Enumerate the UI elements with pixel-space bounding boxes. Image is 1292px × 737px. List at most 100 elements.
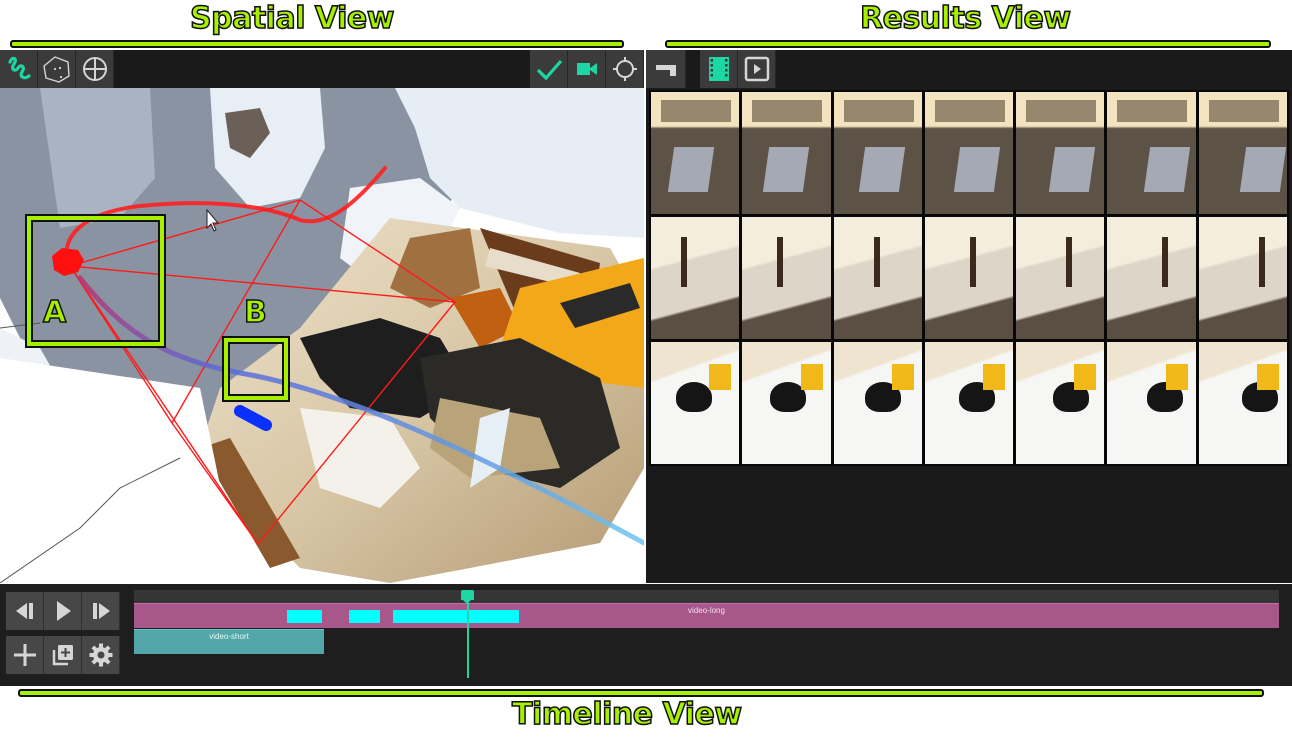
- result-thumbnail[interactable]: [833, 217, 922, 339]
- thumbnail-detail: [843, 100, 914, 122]
- video-camera-icon: [576, 63, 597, 75]
- result-thumbnail[interactable]: [1107, 92, 1196, 214]
- timeline-controls: [6, 592, 120, 674]
- polygon-icon: [42, 56, 70, 83]
- spatial-toolbar-left: [0, 50, 114, 88]
- check-icon: [536, 59, 562, 81]
- confirm-button[interactable]: [530, 50, 568, 88]
- draw-path-tool[interactable]: [0, 50, 38, 88]
- result-thumbnail[interactable]: [833, 342, 922, 464]
- spatial-3d-viewport[interactable]: A B: [0, 88, 644, 583]
- filmstrip-view-button[interactable]: [700, 50, 738, 88]
- step-back-button[interactable]: [6, 592, 44, 630]
- caption-underline-spatial: [10, 40, 624, 48]
- play-view-button[interactable]: [738, 50, 776, 88]
- step-forward-button[interactable]: [82, 592, 120, 630]
- thumbnail-content: [667, 147, 715, 192]
- add-layer-icon: [52, 645, 73, 666]
- collapse-button[interactable]: [646, 50, 686, 88]
- result-segment[interactable]: [349, 610, 381, 623]
- app-root: Spatial View Results View Timeline View: [0, 0, 1292, 737]
- thumbnail-detail: [661, 100, 731, 122]
- result-thumbnail[interactable]: [1016, 92, 1105, 214]
- target-button[interactable]: [606, 50, 644, 88]
- result-thumbnail[interactable]: [651, 217, 740, 339]
- track-label-video-long: video-long: [688, 606, 725, 615]
- result-thumbnail[interactable]: [924, 217, 1014, 339]
- add-layer-button[interactable]: [44, 636, 82, 674]
- polygon-select-tool[interactable]: [38, 50, 76, 88]
- thumbnail-content: [1066, 237, 1073, 287]
- thumbnail-detail: [1117, 100, 1188, 122]
- thumbnail-content: [1048, 147, 1096, 192]
- playhead[interactable]: [461, 590, 475, 678]
- camera-button[interactable]: [568, 50, 606, 88]
- marker-box-b: [222, 336, 290, 402]
- timeline-ruler[interactable]: [134, 590, 1279, 603]
- thumbnail-detail: [709, 364, 732, 390]
- result-thumbnail[interactable]: [1198, 342, 1287, 464]
- thumbnail-content: [681, 237, 687, 287]
- result-thumbnail[interactable]: [742, 217, 831, 339]
- squiggle-icon: [7, 56, 31, 80]
- result-thumbnail[interactable]: [1016, 217, 1105, 339]
- result-thumbnail[interactable]: [1107, 342, 1196, 464]
- spatial-toolbar-right: [530, 50, 644, 88]
- caption-underline-timeline: [18, 689, 1264, 697]
- thumbnail-content: [777, 237, 784, 287]
- result-thumbnail[interactable]: [742, 342, 831, 464]
- settings-button[interactable]: [82, 636, 120, 674]
- playhead-handle[interactable]: [461, 590, 475, 604]
- thumbnail-detail: [1165, 364, 1188, 390]
- thumbnail-detail: [934, 100, 1005, 122]
- result-thumbnail[interactable]: [924, 342, 1014, 464]
- thumbnail-content: [969, 237, 976, 287]
- track-label-video-short: video-short: [209, 632, 249, 641]
- caption-timeline-view: Timeline View: [511, 697, 743, 732]
- result-thumbnail[interactable]: [1016, 342, 1105, 464]
- step-forward-icon: [92, 603, 110, 619]
- thumbnail-detail: [1256, 364, 1279, 390]
- marker-label-b: B: [243, 295, 267, 330]
- thumbnail-detail: [752, 100, 823, 122]
- results-view-panel: [646, 50, 1292, 583]
- caption-results-view: Results View: [859, 1, 1072, 36]
- track-video-long[interactable]: video-long: [134, 603, 1279, 628]
- gear-icon: [89, 643, 112, 667]
- result-thumbnail[interactable]: [833, 92, 922, 214]
- thumbnail-content: [953, 147, 1001, 192]
- results-toolbar: [646, 50, 776, 88]
- caption-spatial-view: Spatial View: [189, 1, 395, 36]
- thumbnail-content: [763, 147, 810, 192]
- timeline-view-panel: video-long video-short: [0, 584, 1292, 686]
- result-thumbnail[interactable]: [1198, 217, 1287, 339]
- thumbnail-detail: [891, 364, 914, 390]
- thumbnail-content: [873, 237, 880, 287]
- thumbnail-content: [1162, 237, 1169, 287]
- track-video-short[interactable]: video-short: [134, 629, 325, 654]
- caption-underline-results: [665, 40, 1271, 48]
- play-icon: [56, 601, 71, 621]
- add-button[interactable]: [6, 636, 44, 674]
- target-icon: [612, 57, 637, 81]
- thumbnail-detail: [1026, 100, 1097, 122]
- result-thumbnail[interactable]: [1107, 217, 1196, 339]
- result-segment[interactable]: [392, 610, 519, 623]
- result-segment[interactable]: [287, 610, 322, 623]
- thumbnail-content: [1144, 147, 1191, 192]
- timeline-track-area[interactable]: video-long video-short: [134, 590, 1279, 678]
- corner-icon: [655, 65, 676, 76]
- thumbnail-content: [858, 147, 905, 192]
- thumbnail-detail: [800, 364, 823, 390]
- play-button[interactable]: [44, 592, 82, 630]
- thumbnail-content: [1239, 147, 1286, 192]
- thumbnail-detail: [1074, 364, 1097, 390]
- result-thumbnail[interactable]: [924, 92, 1014, 214]
- result-thumbnail[interactable]: [1198, 92, 1287, 214]
- thumbnail-content: [676, 382, 712, 412]
- result-thumbnail[interactable]: [651, 92, 740, 214]
- thumbnail-detail: [983, 364, 1006, 390]
- result-thumbnail[interactable]: [651, 342, 740, 464]
- crosshair-tool[interactable]: [76, 50, 114, 88]
- result-thumbnail[interactable]: [742, 92, 831, 214]
